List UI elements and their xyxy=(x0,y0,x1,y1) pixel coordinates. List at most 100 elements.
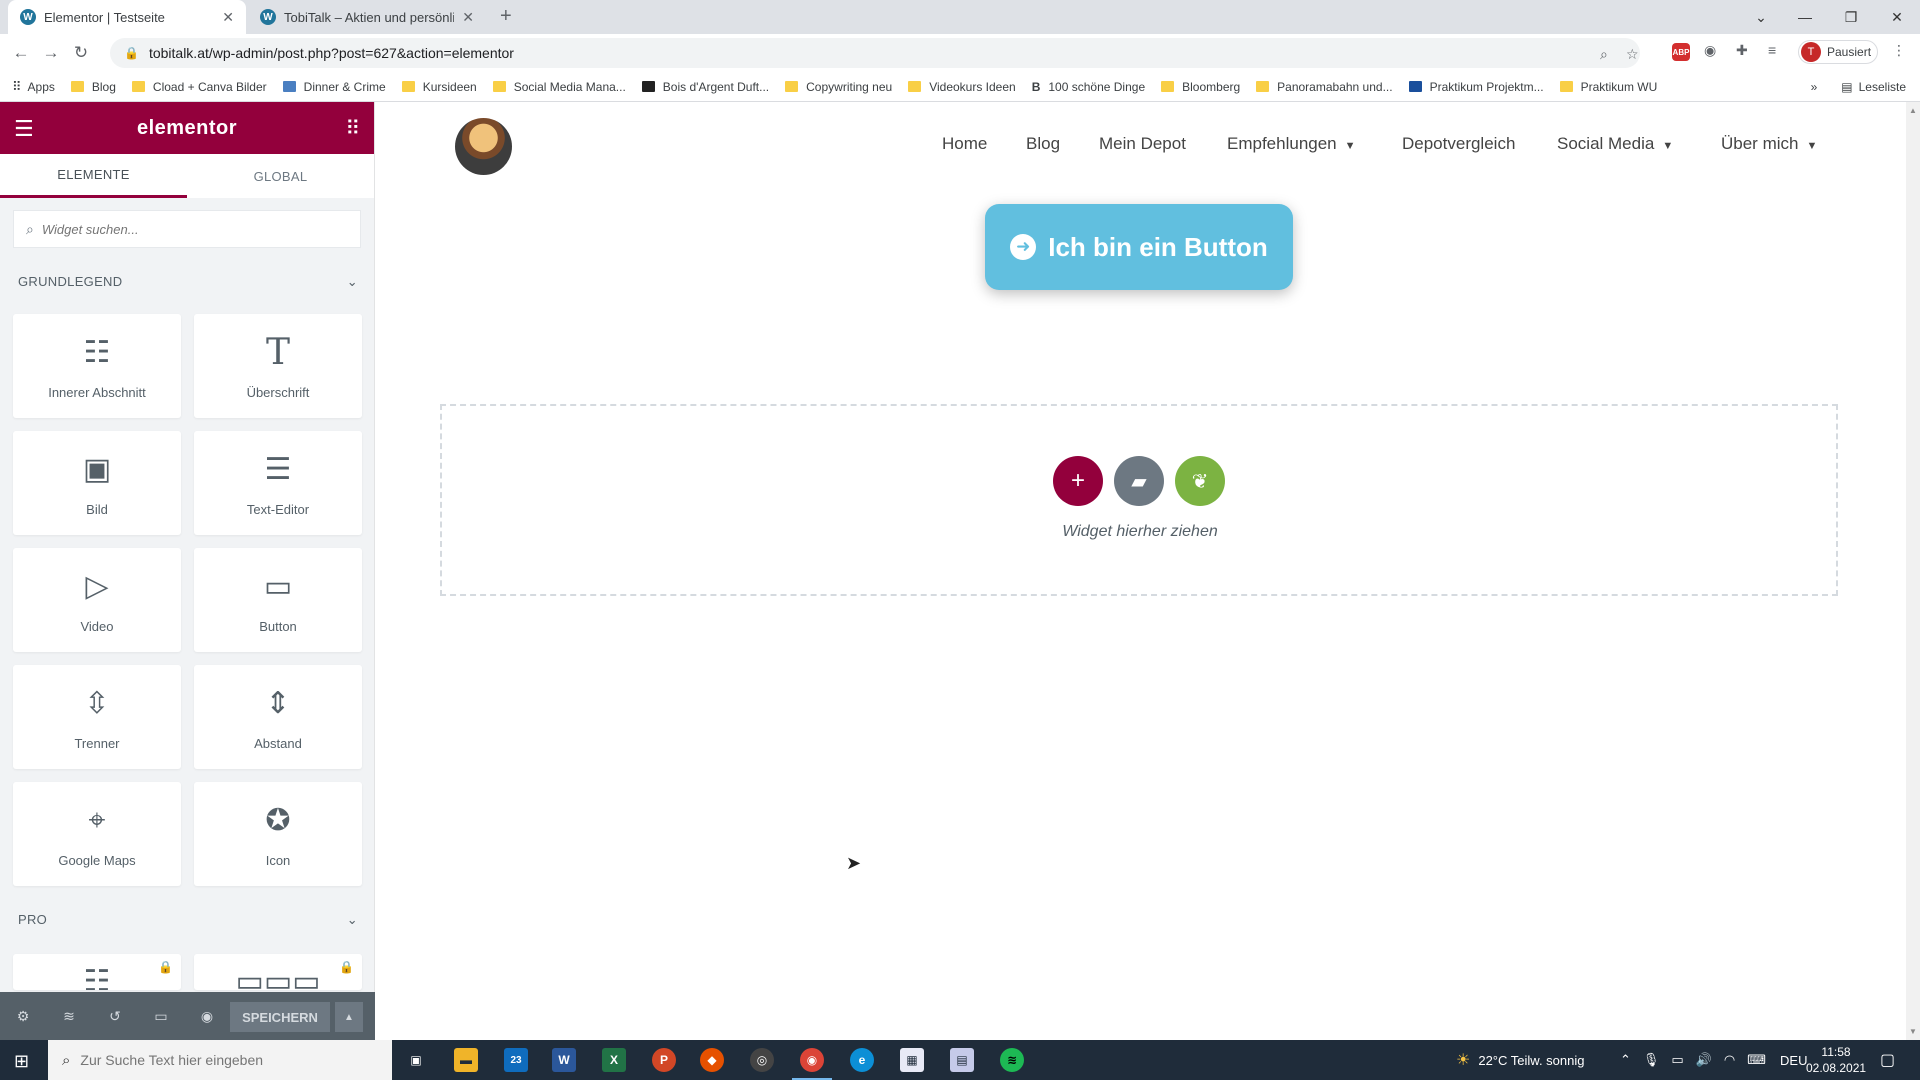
grammarly-icon[interactable]: ◉ xyxy=(1704,42,1716,59)
minimize-icon[interactable]: — xyxy=(1782,0,1828,34)
more-bookmarks-icon[interactable]: » xyxy=(1811,80,1818,94)
bookmark-item[interactable]: Kursideen xyxy=(401,80,477,94)
envato-kit-button[interactable]: ❦ xyxy=(1175,456,1225,506)
media-control-icon[interactable]: ≡ xyxy=(1768,42,1776,58)
widget-pro-posts[interactable]: ☷ 🔒 xyxy=(13,954,181,990)
widget-heading[interactable]: T Überschrift xyxy=(194,314,362,418)
nav-empfehlungen[interactable]: Empfehlungen ▼ xyxy=(1227,134,1356,154)
navigator-icon[interactable]: ≋ xyxy=(46,1008,92,1025)
settings-icon[interactable]: ⚙ xyxy=(0,1008,46,1025)
widget-divider[interactable]: ⇳ Trenner xyxy=(13,665,181,769)
profile-button[interactable]: T Pausiert xyxy=(1798,40,1878,64)
widget-inner-section[interactable]: ☷ Innerer Abschnitt xyxy=(13,314,181,418)
reload-icon[interactable]: ↻ xyxy=(66,43,96,63)
spotify-icon[interactable]: ≋ xyxy=(1000,1048,1024,1072)
category-grundlegend[interactable]: GRUNDLEGEND ⌄ xyxy=(18,274,358,290)
bookmark-item[interactable]: Panoramabahn und... xyxy=(1256,80,1393,94)
adblock-icon[interactable]: ABP xyxy=(1672,43,1690,61)
bookmark-item[interactable]: B 100 schöne Dinge xyxy=(1032,80,1145,94)
preview-eye-icon[interactable]: ◉ xyxy=(184,1008,230,1025)
tab-search-icon[interactable]: ⌄ xyxy=(1738,0,1784,34)
zoom-icon[interactable]: ⌕ xyxy=(1600,46,1608,63)
back-icon[interactable]: ← xyxy=(6,43,36,63)
close-window-icon[interactable]: ✕ xyxy=(1874,0,1920,34)
widget-search[interactable]: ⌕ xyxy=(13,210,361,248)
bookmark-item[interactable]: Cload + Canva Bilder xyxy=(131,80,267,94)
app-icon-2[interactable]: ▦ xyxy=(900,1048,924,1072)
new-tab-button[interactable]: + xyxy=(500,5,512,28)
bookmark-item[interactable]: Bloomberg xyxy=(1161,80,1240,94)
nav-ueber-mich[interactable]: Über mich ▼ xyxy=(1721,134,1817,154)
excel-icon[interactable]: X xyxy=(602,1048,626,1072)
weather-widget[interactable]: ☀ 22°C Teilw. sonnig xyxy=(1456,1040,1584,1080)
widget-text-editor[interactable]: ☰ Text-Editor xyxy=(194,431,362,535)
bookmark-item[interactable]: Copywriting neu xyxy=(785,80,892,94)
menu-icon[interactable]: ⋮ xyxy=(1892,42,1906,59)
bookmark-item[interactable]: Blog xyxy=(70,80,116,94)
demo-button[interactable]: ➜ Ich bin ein Button xyxy=(985,204,1293,290)
taskbar-clock[interactable]: 11:58 02.08.2021 xyxy=(1806,1044,1866,1076)
nav-depotvergleich[interactable]: Depotvergleich xyxy=(1402,134,1515,154)
word-icon[interactable]: W xyxy=(552,1048,576,1072)
nav-blog[interactable]: Blog xyxy=(1026,134,1060,154)
chevron-up-icon[interactable]: ⌃ xyxy=(1620,1052,1631,1068)
nav-mein-depot[interactable]: Mein Depot xyxy=(1099,134,1186,154)
widget-image[interactable]: ▣ Bild xyxy=(13,431,181,535)
add-template-button[interactable]: ▰ xyxy=(1114,456,1164,506)
bookmark-item[interactable]: Dinner & Crime xyxy=(282,80,386,94)
nav-home[interactable]: Home xyxy=(942,134,987,154)
address-bar[interactable]: 🔒 tobitalk.at/wp-admin/post.php?post=627… xyxy=(110,38,1640,68)
widget-search-input[interactable] xyxy=(41,221,342,237)
bookmark-item[interactable]: Bois d'Argent Duft... xyxy=(641,80,769,94)
scroll-up-icon[interactable]: ▲ xyxy=(1909,106,1917,115)
notification-icon[interactable]: ▢ xyxy=(1880,1040,1895,1080)
widget-button[interactable]: ▭ Button xyxy=(194,548,362,652)
edge-icon[interactable]: e xyxy=(850,1048,874,1072)
keyboard-icon[interactable]: ⌨ xyxy=(1747,1052,1766,1068)
app-icon[interactable]: ◆ xyxy=(700,1048,724,1072)
tab-global[interactable]: GLOBAL xyxy=(187,154,374,198)
hamburger-menu-icon[interactable]: ☰ xyxy=(14,116,34,142)
mail-icon[interactable]: 23 xyxy=(504,1048,528,1072)
widgets-grid-icon[interactable]: ⠿ xyxy=(345,116,360,141)
bookmark-item[interactable]: Praktikum Projektm... xyxy=(1408,80,1544,94)
site-logo-avatar[interactable] xyxy=(455,118,512,175)
extensions-icon[interactable]: ✚ xyxy=(1736,42,1748,59)
page-scrollbar[interactable]: ▲ ▼ xyxy=(1906,102,1920,1040)
file-explorer-icon[interactable]: ▬ xyxy=(454,1048,478,1072)
forward-icon[interactable]: → xyxy=(36,43,66,63)
close-icon[interactable]: ✕ xyxy=(462,9,474,26)
windows-start-icon[interactable]: ⊞ xyxy=(14,1051,29,1072)
bookmark-item[interactable]: Social Media Mana... xyxy=(492,80,626,94)
browser-tab-elementor[interactable]: W Elementor | Testseite ✕ xyxy=(8,0,246,34)
microphone-icon[interactable]: 🎙 xyxy=(1643,1052,1660,1068)
bookmark-item[interactable]: Praktikum WU xyxy=(1559,80,1657,94)
widget-video[interactable]: ▷ Video xyxy=(13,548,181,652)
obs-icon[interactable]: ◎ xyxy=(750,1048,774,1072)
bookmark-apps[interactable]: ⠿ Apps xyxy=(12,79,55,95)
taskbar-search[interactable]: ⌕ xyxy=(48,1040,392,1080)
widget-spacer[interactable]: ⇕ Abstand xyxy=(194,665,362,769)
category-pro[interactable]: PRO ⌄ xyxy=(18,912,358,928)
language-indicator[interactable]: DEU xyxy=(1780,1053,1807,1068)
responsive-icon[interactable]: ▭ xyxy=(138,1008,184,1025)
tab-elemente[interactable]: ELEMENTE xyxy=(0,154,187,198)
powerpoint-icon[interactable]: P xyxy=(652,1048,676,1072)
bookmark-star-icon[interactable]: ☆ xyxy=(1626,46,1639,63)
scroll-down-icon[interactable]: ▼ xyxy=(1909,1027,1917,1036)
bookmark-item[interactable]: Videokurs Ideen xyxy=(908,80,1016,94)
nav-social-media[interactable]: Social Media ▼ xyxy=(1557,134,1673,154)
widget-icon[interactable]: ✪ Icon xyxy=(194,782,362,886)
close-icon[interactable]: ✕ xyxy=(222,9,234,26)
save-button[interactable]: SPEICHERN xyxy=(230,1002,330,1032)
notepad-icon[interactable]: ▤ xyxy=(950,1048,974,1072)
history-icon[interactable]: ↺ xyxy=(92,1008,138,1025)
restore-icon[interactable]: ❐ xyxy=(1828,0,1874,34)
battery-icon[interactable]: ▭ xyxy=(1671,1052,1683,1068)
chrome-icon[interactable]: ◉ xyxy=(792,1048,832,1080)
widget-pro-portfolio[interactable]: ▭▭▭ 🔒 xyxy=(194,954,362,990)
add-section-button[interactable]: + xyxy=(1053,456,1103,506)
browser-tab-tobitalk[interactable]: W TobiTalk – Aktien und persönliche ✕ xyxy=(248,0,486,34)
task-view-icon[interactable]: ▣ xyxy=(404,1048,428,1072)
widget-google-maps[interactable]: ⌖ Google Maps xyxy=(13,782,181,886)
